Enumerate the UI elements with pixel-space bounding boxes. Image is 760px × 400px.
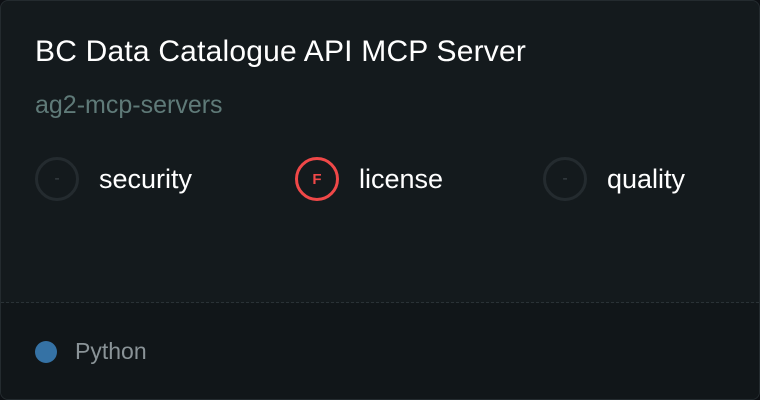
quality-grade-badge: -: [543, 157, 587, 201]
repo-name[interactable]: ag2-mcp-servers: [35, 91, 223, 120]
quality-score: - quality: [543, 155, 685, 203]
security-grade-badge: -: [35, 157, 79, 201]
language-color-dot: [35, 341, 57, 363]
license-score: F license: [295, 155, 443, 203]
server-title[interactable]: BC Data Catalogue API MCP Server: [35, 35, 526, 69]
language-name: Python: [75, 338, 147, 364]
footer-divider: [1, 302, 759, 303]
server-card[interactable]: BC Data Catalogue API MCP Server ag2-mcp…: [0, 0, 760, 400]
security-label: security: [99, 163, 193, 194]
quality-label: quality: [607, 163, 686, 194]
security-score: - security: [35, 155, 192, 203]
license-grade-badge: F: [295, 157, 339, 201]
license-label: license: [359, 163, 444, 194]
